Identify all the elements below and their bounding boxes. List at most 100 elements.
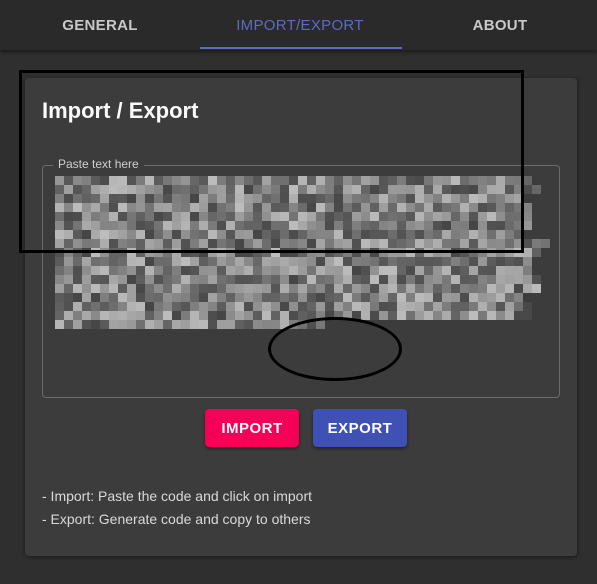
obscured-pixel	[334, 302, 343, 311]
export-button[interactable]: EXPORT	[313, 409, 407, 447]
obscured-pixel	[334, 311, 343, 320]
obscured-pixel	[460, 203, 469, 212]
obscured-pixel	[523, 266, 532, 275]
obscured-pixel	[91, 266, 100, 275]
obscured-pixel	[397, 176, 406, 185]
obscured-pixel	[379, 275, 388, 284]
obscured-pixel	[406, 311, 415, 320]
obscured-pixel	[253, 221, 262, 230]
obscured-pixel	[109, 302, 118, 311]
obscured-pixel	[289, 221, 298, 230]
obscured-pixel	[109, 239, 118, 248]
tab-general[interactable]: GENERAL	[0, 0, 200, 50]
obscured-pixel	[154, 212, 163, 221]
obscured-pixel	[388, 311, 397, 320]
obscured-pixel	[496, 176, 505, 185]
obscured-pixel	[289, 176, 298, 185]
obscured-pixel	[370, 176, 379, 185]
obscured-pixel	[469, 293, 478, 302]
obscured-pixel	[334, 230, 343, 239]
obscured-pixel	[424, 212, 433, 221]
obscured-pixel	[352, 248, 361, 257]
obscured-pixel	[361, 311, 370, 320]
tab-about[interactable]: ABOUT	[400, 0, 597, 50]
obscured-pixel	[280, 230, 289, 239]
obscured-pixel	[109, 248, 118, 257]
obscured-pixel	[298, 275, 307, 284]
obscured-pixel	[379, 284, 388, 293]
obscured-pixel	[64, 257, 73, 266]
obscured-pixel	[370, 212, 379, 221]
obscured-pixel	[379, 185, 388, 194]
obscured-pixel	[388, 248, 397, 257]
obscured-pixel	[469, 194, 478, 203]
obscured-pixel	[181, 266, 190, 275]
obscured-pixel	[478, 221, 487, 230]
obscured-pixel	[64, 194, 73, 203]
obscured-pixel	[244, 239, 253, 248]
obscured-pixel	[379, 302, 388, 311]
obscured-pixel	[217, 176, 226, 185]
obscured-pixel	[334, 185, 343, 194]
obscured-pixel	[460, 176, 469, 185]
obscured-pixel	[181, 203, 190, 212]
obscured-pixel	[388, 275, 397, 284]
obscured-pixel	[361, 302, 370, 311]
obscured-pixel	[100, 311, 109, 320]
obscured-pixel	[388, 221, 397, 230]
obscured-pixel	[109, 212, 118, 221]
obscured-pixel	[172, 203, 181, 212]
obscured-pixel	[487, 275, 496, 284]
obscured-pixel	[55, 194, 64, 203]
obscured-pixel	[208, 203, 217, 212]
obscured-pixel	[217, 203, 226, 212]
obscured-pixel	[433, 257, 442, 266]
obscured-pixel	[244, 302, 253, 311]
obscured-pixel	[343, 248, 352, 257]
obscured-pixel	[226, 203, 235, 212]
obscured-pixel	[334, 284, 343, 293]
obscured-pixel	[334, 176, 343, 185]
obscured-pixel	[496, 194, 505, 203]
obscured-pixel	[325, 284, 334, 293]
obscured-pixel	[343, 275, 352, 284]
obscured-pixel	[523, 221, 532, 230]
obscured-pixel	[325, 293, 334, 302]
obscured-pixel	[289, 194, 298, 203]
import-button[interactable]: IMPORT	[205, 409, 299, 447]
obscured-pixel	[55, 248, 64, 257]
obscured-pixel	[298, 230, 307, 239]
obscured-pixel	[316, 230, 325, 239]
obscured-pixel	[82, 185, 91, 194]
obscured-pixel	[100, 221, 109, 230]
obscured-pixel	[379, 311, 388, 320]
obscured-pixel	[64, 248, 73, 257]
obscured-pixel	[334, 203, 343, 212]
obscured-pixel	[253, 203, 262, 212]
obscured-pixel	[343, 230, 352, 239]
obscured-pixel	[478, 266, 487, 275]
card-title: Import / Export	[42, 98, 199, 123]
paste-text-field[interactable]: Paste text here	[42, 157, 560, 398]
obscured-pixel	[91, 194, 100, 203]
obscured-pixel	[370, 275, 379, 284]
obscured-pixel	[451, 302, 460, 311]
obscured-pixel	[127, 311, 136, 320]
obscured-pixel	[136, 176, 145, 185]
obscured-pixel	[154, 293, 163, 302]
active-tab-indicator	[200, 47, 402, 49]
obscured-pixel	[478, 293, 487, 302]
obscured-pixel	[514, 203, 523, 212]
obscured-pixel	[136, 248, 145, 257]
obscured-pixel	[298, 212, 307, 221]
obscured-pixel	[208, 266, 217, 275]
obscured-pixel	[451, 221, 460, 230]
obscured-pixel	[82, 239, 91, 248]
obscured-pixel	[307, 302, 316, 311]
obscured-pixel	[118, 194, 127, 203]
obscured-pixel	[280, 320, 289, 329]
obscured-pixel	[406, 176, 415, 185]
tab-import-export[interactable]: IMPORT/EXPORT	[200, 0, 400, 50]
obscured-pixel	[460, 311, 469, 320]
help-text: - Import: Paste the code and click on im…	[42, 485, 312, 531]
